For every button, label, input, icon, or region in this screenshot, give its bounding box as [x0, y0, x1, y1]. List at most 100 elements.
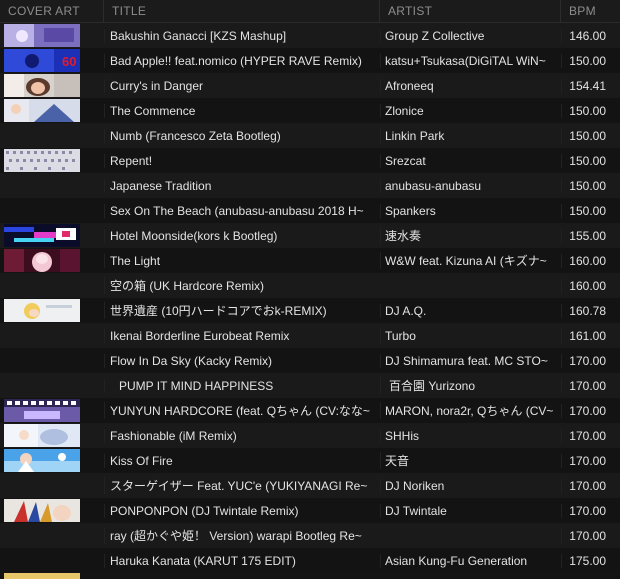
- table-row[interactable]: Haruka Kanata (KARUT 175 EDIT) Asian Kung…: [0, 548, 620, 573]
- cover-art-cell: [0, 348, 104, 373]
- track-bpm: 170.00: [561, 528, 620, 543]
- cover-art-cell: [0, 248, 104, 273]
- track-artist: DJ Twintale: [380, 503, 561, 518]
- cover-art-thumbnail: [4, 74, 80, 97]
- table-row[interactable]: Ikenai Borderline Eurobeat Remix Turbo 161…: [0, 323, 620, 348]
- table-row[interactable]: Fashionable (iM Remix) SHHis 170.00: [0, 423, 620, 448]
- table-row[interactable]: スターゲイザー Feat. YUC'e (YUKIYANAGI Re~ DJ No…: [0, 473, 620, 498]
- table-row[interactable]: Numb (Francesco Zeta Bootleg) Linkin Park…: [0, 123, 620, 148]
- track-artist: W&W feat. Kizuna AI (キズナ~: [380, 252, 561, 269]
- track-artist: 百合園 Yurizono: [380, 377, 561, 394]
- track-artist: Turbo: [380, 328, 561, 343]
- track-artist: Srezcat: [380, 153, 561, 168]
- track-bpm: 150.00: [561, 128, 620, 143]
- track-artist: MARON, nora2r, Qちゃん (CV~: [380, 402, 561, 419]
- track-title: PUMP IT MIND HAPPINESS: [104, 378, 380, 393]
- table-row[interactable]: [0, 573, 620, 579]
- cover-art-thumbnail: [4, 299, 80, 322]
- column-header-cover-art[interactable]: COVER ART: [0, 0, 104, 22]
- cover-art-cell: [0, 398, 104, 423]
- track-artist: Linkin Park: [380, 128, 561, 143]
- track-bpm: 170.00: [561, 353, 620, 368]
- table-row[interactable]: Sex On The Beach (anubasu-anubasu 2018 H…: [0, 198, 620, 223]
- track-title: Haruka Kanata (KARUT 175 EDIT): [104, 553, 380, 568]
- cover-art-cell: 60: [0, 48, 104, 73]
- track-title: Bakushin Ganacci [KZS Mashup]: [104, 28, 380, 43]
- cover-art-cell: [0, 23, 104, 48]
- track-artist: 天音: [380, 452, 561, 469]
- track-artist: anubasu-anubasu: [380, 178, 561, 193]
- track-title: Ikenai Borderline Eurobeat Remix: [104, 328, 380, 343]
- track-title: 世界遺産 (10円ハードコアでおk-REMIX): [104, 302, 380, 319]
- cover-art-thumbnail: [4, 399, 80, 422]
- cover-art-thumbnail: [4, 249, 80, 272]
- column-header-bpm[interactable]: BPM: [561, 0, 620, 22]
- cover-art-thumbnail: [4, 149, 80, 172]
- track-artist: Spankers: [380, 203, 561, 218]
- track-title: Japanese Tradition: [104, 178, 380, 193]
- table-row[interactable]: Flow In Da Sky (Kacky Remix) DJ Shimamura…: [0, 348, 620, 373]
- table-row[interactable]: Bakushin Ganacci [KZS Mashup] Group Z Col…: [0, 23, 620, 48]
- track-title: Flow In Da Sky (Kacky Remix): [104, 353, 380, 368]
- table-row[interactable]: Kiss Of Fire 天音 170.00: [0, 448, 620, 473]
- cover-art-cell: [0, 273, 104, 298]
- table-row[interactable]: The Commence Zlonice 150.00: [0, 98, 620, 123]
- cover-art-thumbnail: [4, 499, 80, 522]
- track-title: Fashionable (iM Remix): [104, 428, 380, 443]
- table-row[interactable]: Repent! Srezcat 150.00: [0, 148, 620, 173]
- track-artist: SHHis: [380, 428, 561, 443]
- cover-art-cell: [0, 148, 104, 173]
- cover-art-cell: [0, 548, 104, 573]
- cover-art-thumbnail: [4, 24, 80, 47]
- table-row[interactable]: PONPONPON (DJ Twintale Remix) DJ Twintale…: [0, 498, 620, 523]
- table-row[interactable]: 空の箱 (UK Hardcore Remix) 160.00: [0, 273, 620, 298]
- table-row[interactable]: 世界遺産 (10円ハードコアでおk-REMIX) DJ A.Q. 160.78: [0, 298, 620, 323]
- cover-art-cell: [0, 198, 104, 223]
- track-bpm: 170.00: [561, 403, 620, 418]
- track-artist: Afroneeq: [380, 78, 561, 93]
- track-artist: DJ Noriken: [380, 478, 561, 493]
- track-artist: Zlonice: [380, 103, 561, 118]
- cover-art-cell: [0, 448, 104, 473]
- track-title: Sex On The Beach (anubasu-anubasu 2018 H…: [104, 203, 380, 218]
- track-bpm: 155.00: [561, 228, 620, 243]
- track-list: Bakushin Ganacci [KZS Mashup] Group Z Col…: [0, 23, 620, 573]
- track-bpm: 160.00: [561, 253, 620, 268]
- track-bpm: 154.41: [561, 78, 620, 93]
- table-row[interactable]: The Light W&W feat. Kizuna AI (キズナ~ 160.00: [0, 248, 620, 273]
- cover-art-cell: [0, 123, 104, 148]
- track-bpm: 170.00: [561, 478, 620, 493]
- cover-art-cell: [0, 498, 104, 523]
- table-row[interactable]: Curry's in Danger Afroneeq 154.41: [0, 73, 620, 98]
- column-header-artist[interactable]: ARTIST: [380, 0, 561, 22]
- track-bpm: 170.00: [561, 453, 620, 468]
- table-row[interactable]: ray (超かぐや姫！ Version) warapi Bootleg Re~ 1…: [0, 523, 620, 548]
- column-header-title[interactable]: TITLE: [104, 0, 380, 22]
- track-title: Curry's in Danger: [104, 78, 380, 93]
- track-title: The Commence: [104, 103, 380, 118]
- track-title: スターゲイザー Feat. YUC'e (YUKIYANAGI Re~: [104, 477, 380, 494]
- track-artist: 速水奏: [380, 227, 561, 244]
- table-row[interactable]: Hotel Moonside(kors k Bootleg) 速水奏 155.00: [0, 223, 620, 248]
- track-bpm: 170.00: [561, 428, 620, 443]
- cover-art-thumbnail: [4, 449, 80, 472]
- svg-text:60: 60: [62, 54, 76, 69]
- track-bpm: 160.78: [561, 303, 620, 318]
- track-bpm: 170.00: [561, 378, 620, 393]
- table-row[interactable]: YUNYUN HARDCORE (feat. Qちゃん (CV:なな~ MARON…: [0, 398, 620, 423]
- cover-art-cell: [0, 173, 104, 198]
- table-row[interactable]: PUMP IT MIND HAPPINESS 百合園 Yurizono 170.00: [0, 373, 620, 398]
- cover-art-cell: [0, 523, 104, 548]
- table-row[interactable]: 60 Bad Apple!! feat.nomico (HYPER RAVE Re…: [0, 48, 620, 73]
- cover-art-thumbnail: [4, 424, 80, 447]
- cover-art-cell: [0, 73, 104, 98]
- cover-art-cell: [0, 423, 104, 448]
- table-row[interactable]: Japanese Tradition anubasu-anubasu 150.00: [0, 173, 620, 198]
- track-artist: Asian Kung-Fu Generation: [380, 553, 561, 568]
- track-bpm: 146.00: [561, 28, 620, 43]
- cover-art-cell: [0, 373, 104, 398]
- cover-art-cell: [0, 473, 104, 498]
- track-bpm: 150.00: [561, 103, 620, 118]
- track-title: 空の箱 (UK Hardcore Remix): [104, 277, 380, 294]
- track-bpm: 150.00: [561, 153, 620, 168]
